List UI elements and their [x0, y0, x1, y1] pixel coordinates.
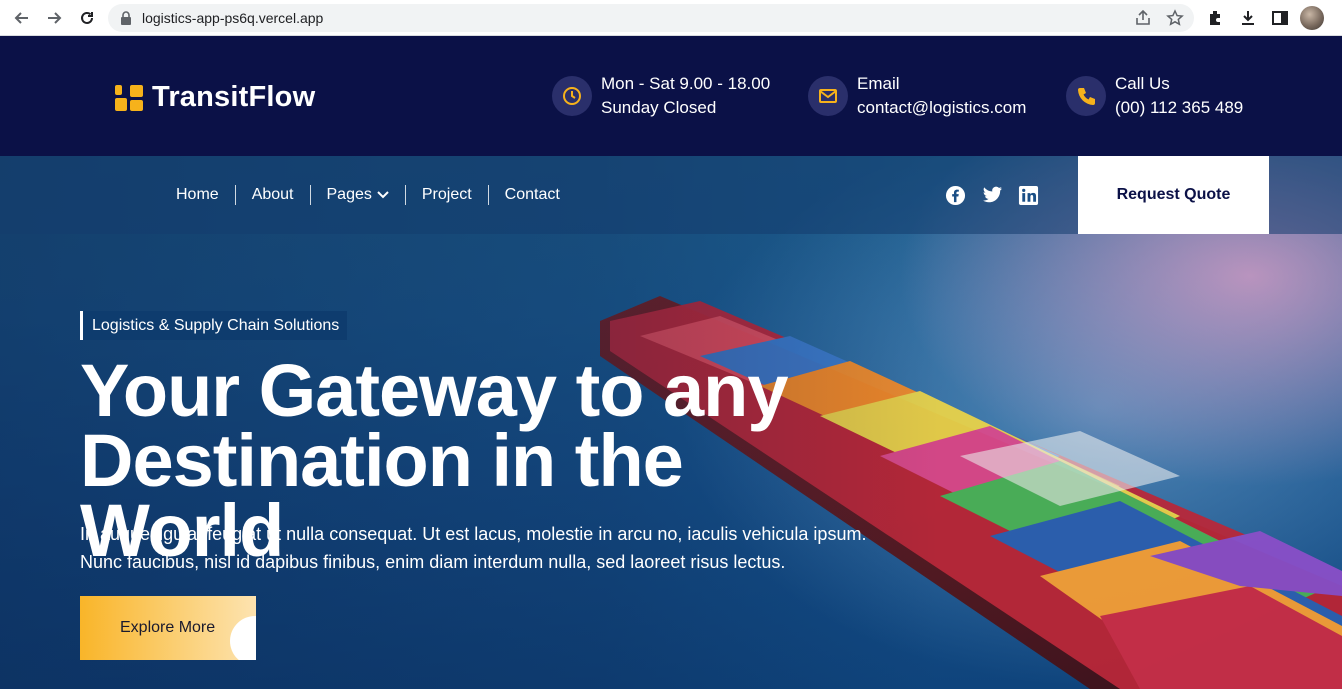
request-quote-label: Request Quote	[1116, 186, 1231, 203]
mail-icon	[808, 76, 848, 116]
nav-project-label: Project	[421, 186, 472, 203]
email-label: Email	[857, 74, 900, 93]
phone-label: Call Us	[1115, 74, 1170, 93]
phone-info: Call Us (00) 112 365 489	[1066, 72, 1243, 120]
hero-section: Logistics & Supply Chain Solutions Your …	[0, 156, 1342, 689]
hero-tagline: Logistics & Supply Chain Solutions	[80, 311, 348, 340]
hours-info: Mon - Sat 9.00 - 18.00 Sunday Closed	[552, 72, 770, 120]
description-line2: Nunc faucibus, nisl id dapibus finibus, …	[80, 552, 786, 572]
twitter-icon[interactable]	[981, 184, 1003, 206]
button-decor	[230, 616, 256, 660]
nav-home[interactable]: Home	[176, 185, 235, 205]
top-header: TransitFlow Mon - Sat 9.00 - 18.00 Sunda…	[0, 36, 1342, 156]
browser-toolbar: logistics-app-ps6q.vercel.app	[0, 0, 1342, 36]
nav-contact[interactable]: Contact	[487, 185, 576, 205]
url-text[interactable]: logistics-app-ps6q.vercel.app	[142, 10, 323, 26]
nav-links: Home About Pages Project Contact	[176, 184, 576, 206]
nav-home-label: Home	[176, 186, 219, 203]
sidepanel-icon[interactable]	[1268, 6, 1292, 30]
nav-about-label: About	[251, 186, 294, 203]
hours-line1: Mon - Sat 9.00 - 18.00	[601, 74, 771, 93]
chevron-down-icon	[377, 191, 389, 199]
lock-icon[interactable]	[120, 11, 132, 30]
nav-pages-label: Pages	[326, 186, 372, 203]
clock-icon	[552, 76, 592, 116]
nav-pages[interactable]: Pages	[309, 185, 405, 205]
hero-description: In augue ligula, feugiat ut nulla conseq…	[80, 520, 960, 576]
extensions-icon[interactable]	[1204, 6, 1228, 30]
back-icon[interactable]	[10, 6, 34, 30]
star-icon[interactable]	[1166, 9, 1184, 32]
email-address[interactable]: contact@logistics.com	[857, 96, 1026, 120]
nav-contact-label: Contact	[504, 186, 560, 203]
explore-more-button[interactable]: Explore More	[80, 596, 256, 660]
reload-icon[interactable]	[75, 6, 99, 30]
linkedin-icon[interactable]	[1017, 184, 1039, 206]
brand-name: TransitFlow	[152, 81, 316, 113]
email-info: Email contact@logistics.com	[808, 72, 1026, 120]
address-bar[interactable]: logistics-app-ps6q.vercel.app	[108, 4, 1194, 32]
profile-avatar[interactable]	[1300, 6, 1324, 30]
request-quote-button[interactable]: Request Quote	[1078, 156, 1269, 234]
share-icon[interactable]	[1134, 9, 1152, 32]
description-line1: In augue ligula, feugiat ut nulla conseq…	[80, 524, 867, 544]
phone-number[interactable]: (00) 112 365 489	[1115, 96, 1243, 120]
logo[interactable]: TransitFlow	[115, 81, 315, 114]
headline-line1: Your Gateway to any	[80, 349, 789, 432]
hours-line2: Sunday Closed	[601, 98, 717, 117]
phone-icon	[1066, 76, 1106, 116]
download-icon[interactable]	[1236, 6, 1260, 30]
facebook-icon[interactable]	[944, 184, 966, 206]
logo-icon	[115, 84, 143, 111]
nav-about[interactable]: About	[234, 185, 310, 205]
nav-project[interactable]: Project	[404, 185, 488, 205]
explore-more-label: Explore More	[120, 619, 216, 636]
forward-icon[interactable]	[42, 6, 66, 30]
